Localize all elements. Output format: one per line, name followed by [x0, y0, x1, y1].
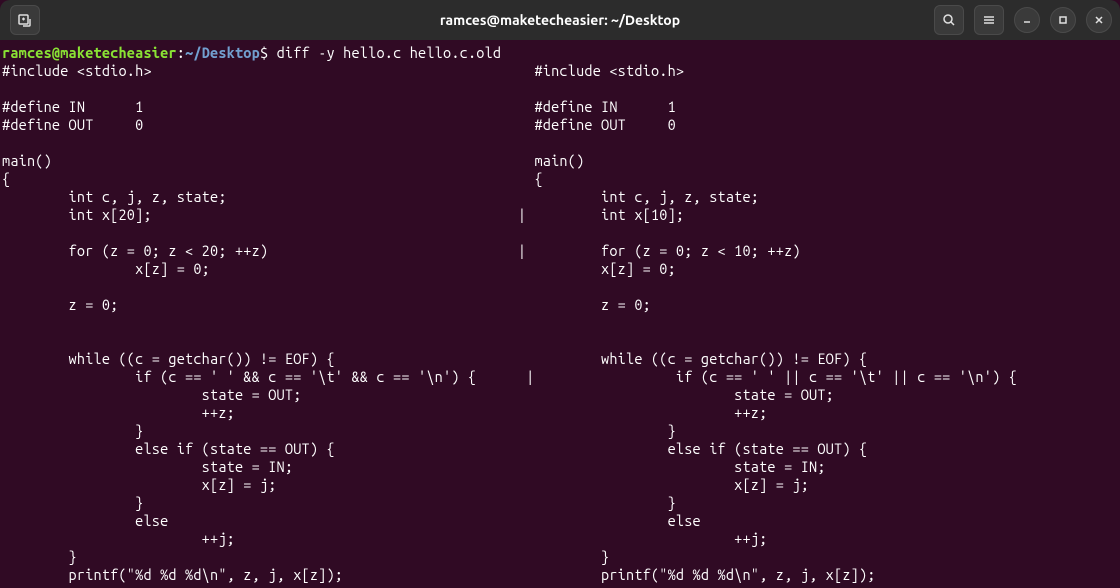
titlebar: ramces@maketecheasier: ~/Desktop [0, 0, 1120, 40]
maximize-button[interactable] [1050, 7, 1076, 33]
diff-line: } } [2, 422, 676, 439]
diff-line: state = OUT; state = OUT; [2, 386, 834, 403]
diff-line: else else [2, 512, 701, 529]
diff-line: #include <stdio.h> #include <stdio.h> [2, 62, 684, 79]
close-button[interactable] [1086, 7, 1112, 33]
diff-line: { { [2, 170, 543, 187]
search-icon [941, 12, 957, 28]
close-icon [1091, 12, 1107, 28]
diff-line: for (z = 0; z < 20; ++z) | for (z = 0; z… [2, 242, 801, 259]
diff-line: ++z; ++z; [2, 404, 767, 421]
diff-line: x[z] = j; x[z] = j; [2, 476, 809, 493]
new-tab-icon [17, 12, 33, 28]
prompt-colon: : [177, 44, 185, 61]
minimize-button[interactable] [1014, 7, 1040, 33]
diff-line: if (c == ' ' && c == '\t' && c == '\n') … [2, 368, 1017, 385]
diff-line: else if (state == OUT) { else if (state … [2, 440, 867, 457]
titlebar-right [934, 5, 1112, 35]
diff-line: state = IN; state = IN; [2, 458, 826, 475]
window-title: ramces@maketecheasier: ~/Desktop [440, 12, 680, 28]
new-tab-button[interactable] [10, 5, 40, 35]
terminal-content[interactable]: ramces@maketecheasier:~/Desktop$ diff -y… [0, 40, 1120, 584]
diff-line: ++j; ++j; [2, 530, 767, 547]
search-button[interactable] [934, 5, 964, 35]
prompt-user: ramces@maketecheasier [2, 44, 177, 61]
minimize-icon [1019, 12, 1035, 28]
maximize-icon [1055, 12, 1071, 28]
titlebar-left [8, 5, 40, 35]
diff-line: while ((c = getchar()) != EOF) { while (… [2, 350, 867, 367]
diff-line: z = 0; z = 0; [2, 296, 651, 313]
diff-line: main() main() [2, 152, 584, 169]
menu-button[interactable] [974, 5, 1004, 35]
diff-line: int x[20]; | int x[10]; [2, 206, 684, 223]
diff-line: x[z] = 0; x[z] = 0; [2, 260, 676, 277]
diff-line: } } [2, 548, 609, 565]
prompt-path: ~/Desktop [185, 44, 260, 61]
diff-line: printf("%d %d %d\n", z, j, x[z]); printf… [2, 566, 876, 583]
diff-line: #define IN 1 #define IN 1 [2, 98, 676, 115]
diff-line: #define OUT 0 #define OUT 0 [2, 116, 676, 133]
diff-line: int c, j, z, state; int c, j, z, state; [2, 188, 759, 205]
hamburger-icon [981, 12, 997, 28]
command-text: diff -y hello.c hello.c.old [268, 44, 501, 61]
diff-line: } } [2, 494, 676, 511]
